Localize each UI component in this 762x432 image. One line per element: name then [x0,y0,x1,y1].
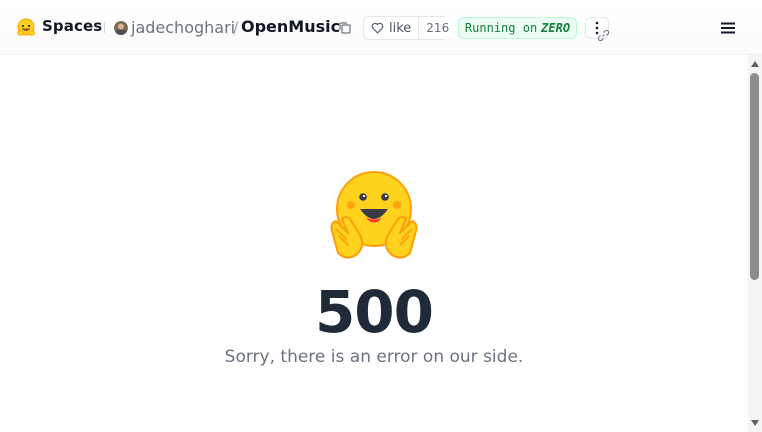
copy-icon[interactable] [338,21,352,35]
brand-name[interactable]: Spaces [42,17,102,35]
status-hardware: ZERO [541,21,571,35]
scroll-up-arrow-icon[interactable] [751,61,759,67]
like-label: like [389,20,412,36]
like-button[interactable]: like 216 [363,16,457,40]
error-code: 500 [314,278,434,346]
error-message: Sorry, there is an error on our side. [224,347,524,367]
divider [104,22,105,33]
error-page: 500 Sorry, there is an error on our side… [0,55,748,432]
heart-icon [371,22,384,34]
vertical-scrollbar[interactable] [748,55,762,432]
owner-link[interactable]: jadechoghari [131,18,235,37]
like-count[interactable]: 216 [418,17,457,39]
repo-name-link[interactable]: OpenMusic [241,17,340,36]
hugging-face-logo-icon[interactable] [16,18,36,38]
user-avatar[interactable] [114,21,128,35]
link-icon [597,29,610,42]
like-button-label-group: like [364,17,418,39]
path-separator: / [233,18,239,37]
hugging-face-emoji-icon [330,171,418,259]
hamburger-menu-icon[interactable] [719,19,737,37]
top-navbar: Spaces jadechoghari / OpenMusic like 216… [0,0,762,55]
scrollbar-thumb[interactable] [750,73,759,280]
status-badge[interactable]: Running on ZERO [458,17,577,39]
scroll-down-arrow-icon[interactable] [751,420,759,426]
status-prefix: Running on [464,21,538,35]
